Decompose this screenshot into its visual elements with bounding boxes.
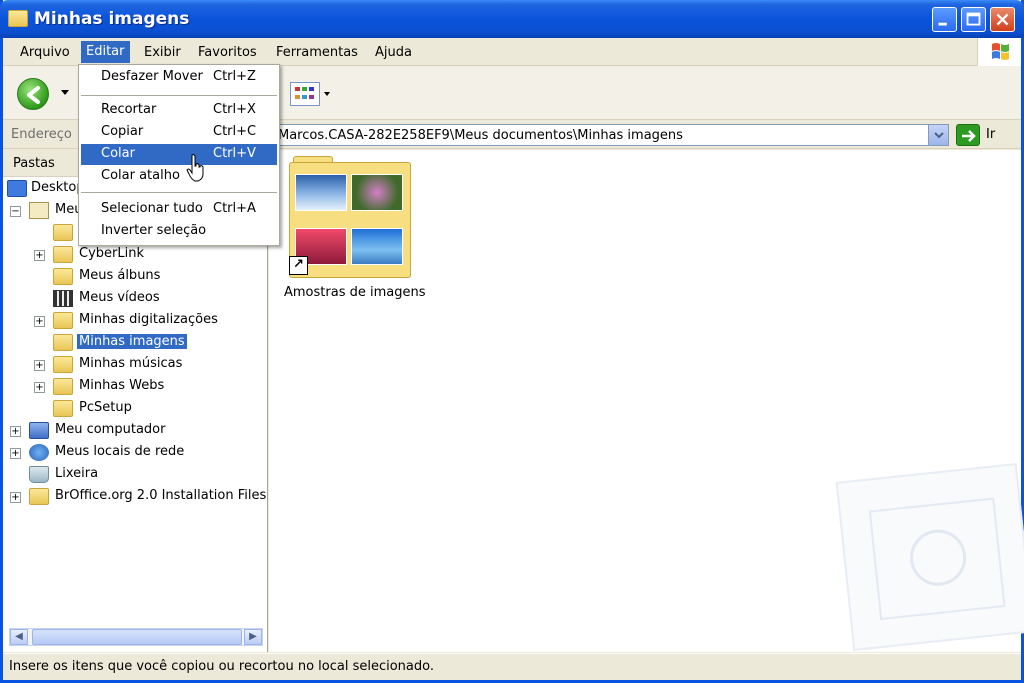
menu-item-shortcut: Ctrl+V bbox=[213, 146, 256, 161]
menu-item-shortcut: Ctrl+A bbox=[213, 201, 256, 216]
status-text: Insere os itens que você copiou ou recor… bbox=[9, 659, 434, 674]
network-icon bbox=[29, 444, 49, 461]
folders-pane-title: Pastas bbox=[13, 156, 55, 171]
menu-item-label: Recortar bbox=[101, 102, 157, 117]
watermark-frame bbox=[868, 497, 1006, 621]
music-folder-icon bbox=[53, 356, 73, 373]
menu-item-select-all[interactable]: Selecionar tudo Ctrl+A bbox=[81, 199, 277, 220]
scroll-right-icon[interactable]: ▶ bbox=[244, 629, 262, 645]
photo-mountains bbox=[351, 228, 403, 265]
window-title: Minhas imagens bbox=[34, 9, 190, 29]
content-pane: ↗ Amostras de imagens bbox=[269, 150, 1024, 652]
tree-item-label: PcSetup bbox=[79, 400, 132, 415]
menu-exibir[interactable]: Exibir bbox=[139, 43, 186, 63]
menu-separator bbox=[81, 192, 277, 193]
photo-waterfall bbox=[295, 174, 347, 211]
folder-icon bbox=[8, 10, 28, 27]
menu-item-label: Copiar bbox=[101, 124, 144, 139]
menu-item-label: Inverter seleção bbox=[101, 223, 207, 238]
desktop-icon bbox=[7, 180, 27, 197]
tree-item-label: Minhas Webs bbox=[79, 378, 165, 393]
tree-item-label: Meus locais de rede bbox=[55, 444, 185, 459]
watermark-circle bbox=[907, 526, 969, 589]
address-dropdown-icon[interactable] bbox=[928, 125, 948, 145]
scroll-thumb[interactable] bbox=[32, 629, 242, 645]
computer-icon bbox=[29, 422, 49, 439]
maximize-button[interactable] bbox=[961, 7, 986, 32]
menu-item-paste[interactable]: Colar Ctrl+V bbox=[81, 144, 277, 165]
menu-item-label: Colar atalho bbox=[101, 168, 180, 183]
minimize-button[interactable] bbox=[932, 7, 957, 32]
collapse-icon[interactable]: − bbox=[10, 206, 21, 217]
tree-item-label: CyberLink bbox=[79, 246, 144, 261]
menu-item-label: Colar bbox=[101, 146, 135, 161]
menu-item-copy[interactable]: Copiar Ctrl+C bbox=[81, 122, 277, 143]
menu-item-invert-selection[interactable]: Inverter seleção bbox=[81, 221, 277, 242]
address-path: Marcos.CASA-282E258EF9\Meus documentos\M… bbox=[278, 128, 683, 143]
menu-item-shortcut: Ctrl+C bbox=[213, 124, 257, 139]
folder-icon bbox=[53, 246, 73, 263]
expand-icon[interactable]: + bbox=[10, 492, 21, 503]
tree-item-label: Meu computador bbox=[55, 422, 166, 437]
documents-icon bbox=[29, 202, 49, 219]
menu-item-cut[interactable]: Recortar Ctrl+X bbox=[81, 100, 277, 121]
tree-item-label: Meus vídeos bbox=[79, 290, 160, 305]
folder-icon bbox=[29, 488, 49, 505]
tree-item-label: Minhas imagens bbox=[77, 334, 187, 349]
scroll-left-icon[interactable]: ◀ bbox=[10, 629, 28, 645]
views-dropdown-icon[interactable] bbox=[324, 92, 330, 96]
address-label: Endereço bbox=[11, 127, 72, 142]
menu-item-label: Desfazer Mover bbox=[101, 69, 203, 84]
menu-item-undo-move[interactable]: Desfazer Mover Ctrl+Z bbox=[81, 67, 277, 88]
menu-ajuda[interactable]: Ajuda bbox=[370, 43, 417, 63]
tree-item-label: Minhas músicas bbox=[79, 356, 183, 371]
film-folder-icon bbox=[53, 290, 73, 307]
folder-icon bbox=[53, 268, 73, 285]
close-button[interactable] bbox=[990, 7, 1015, 32]
title-bar[interactable]: Minhas imagens bbox=[0, 0, 1024, 38]
go-arrow-icon[interactable] bbox=[956, 124, 980, 146]
tree-item-label: Minhas digitalizações bbox=[79, 312, 218, 327]
tree-item-label: BrOffice.org 2.0 Installation Files bbox=[55, 488, 267, 503]
folder-icon bbox=[53, 224, 73, 241]
expand-icon[interactable]: + bbox=[10, 448, 21, 459]
hand-cursor-icon bbox=[186, 154, 204, 182]
menu-item-shortcut: Ctrl+Z bbox=[213, 69, 256, 84]
pictures-folder-icon bbox=[53, 334, 73, 351]
recycle-bin-icon bbox=[29, 466, 49, 483]
status-bar: Insere os itens que você copiou ou recor… bbox=[3, 653, 1021, 680]
pictures-watermark-icon bbox=[835, 462, 1024, 652]
menu-item-shortcut: Ctrl+X bbox=[213, 102, 256, 117]
sample-pictures-label[interactable]: Amostras de imagens bbox=[284, 285, 425, 300]
go-button-label[interactable]: Ir bbox=[986, 127, 995, 142]
menu-item-paste-shortcut[interactable]: Colar atalho bbox=[81, 166, 277, 187]
expand-icon[interactable]: + bbox=[34, 360, 45, 371]
tree-item-label: Lixeira bbox=[55, 466, 99, 481]
photo-flowers bbox=[351, 174, 403, 211]
expand-icon[interactable]: + bbox=[34, 382, 45, 393]
windows-logo-icon bbox=[977, 38, 1021, 66]
folder-icon bbox=[53, 400, 73, 417]
menu-favoritos[interactable]: Favoritos bbox=[193, 43, 262, 63]
expand-icon[interactable]: + bbox=[34, 250, 45, 261]
menu-separator bbox=[81, 95, 277, 96]
expand-icon[interactable]: + bbox=[10, 426, 21, 437]
menu-item-label: Selecionar tudo bbox=[101, 201, 203, 216]
horizontal-scrollbar[interactable]: ◀ ▶ bbox=[9, 628, 263, 646]
menu-bar: Arquivo Editar Exibir Favoritos Ferramen… bbox=[3, 38, 1021, 66]
menu-editar[interactable]: Editar bbox=[81, 41, 130, 63]
back-history-dropdown-icon[interactable] bbox=[61, 90, 69, 95]
expand-icon[interactable]: + bbox=[34, 316, 45, 327]
tree-item-label: Meus álbuns bbox=[79, 268, 161, 283]
sample-pictures-thumbnail[interactable]: ↗ bbox=[289, 156, 411, 278]
views-icon[interactable] bbox=[290, 82, 320, 106]
edit-menu: Desfazer Mover Ctrl+Z Recortar Ctrl+X Co… bbox=[78, 64, 280, 246]
menu-ferramentas[interactable]: Ferramentas bbox=[271, 43, 363, 63]
menu-arquivo[interactable]: Arquivo bbox=[15, 43, 75, 63]
folder-icon bbox=[53, 378, 73, 395]
back-arrow-icon[interactable] bbox=[17, 78, 49, 110]
shortcut-arrow-icon: ↗ bbox=[289, 256, 308, 275]
folder-icon bbox=[53, 312, 73, 329]
